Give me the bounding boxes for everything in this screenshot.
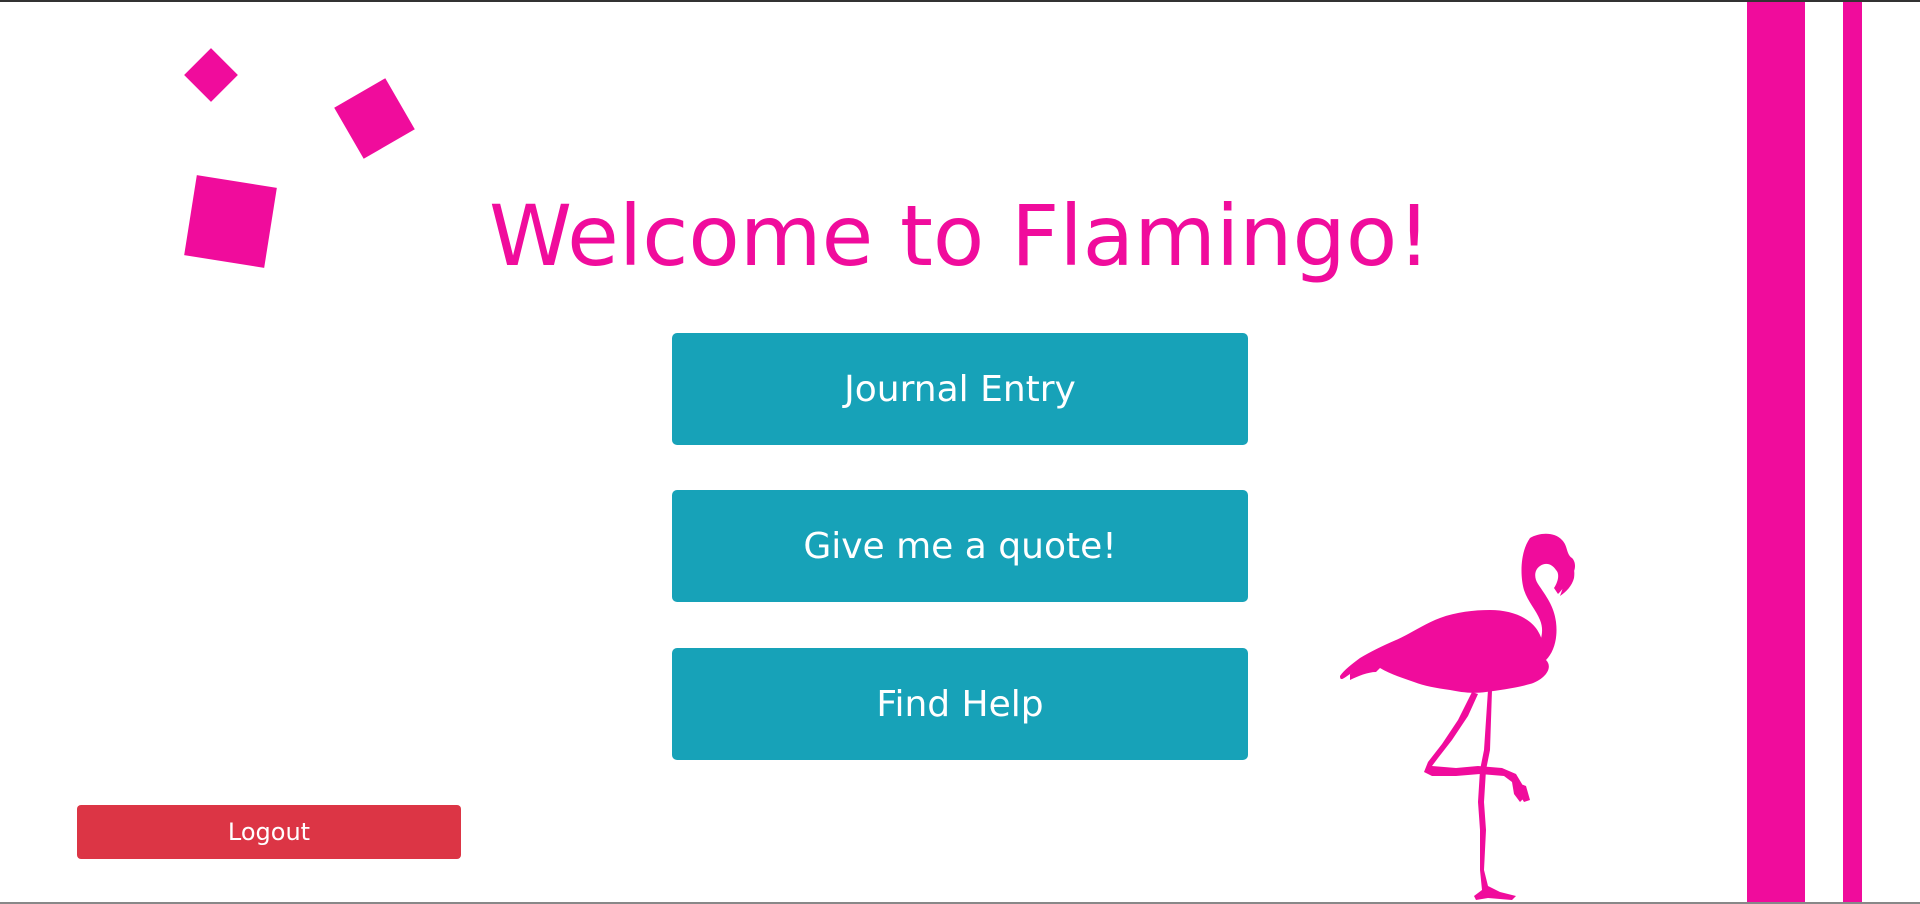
- give-quote-button[interactable]: Give me a quote!: [672, 490, 1248, 602]
- right-stripe-wide: [1747, 2, 1805, 904]
- decorative-square-large: [184, 175, 277, 268]
- page-title: Welcome to Flamingo!: [489, 187, 1431, 285]
- decorative-square-medium: [334, 78, 415, 159]
- home-page: Welcome to Flamingo! Journal Entry Give …: [0, 0, 1920, 904]
- journal-entry-button[interactable]: Journal Entry: [672, 333, 1248, 445]
- logout-button[interactable]: Logout: [77, 805, 461, 859]
- decorative-square-small: [184, 48, 238, 102]
- right-stripe-narrow: [1843, 2, 1862, 904]
- top-border: [0, 0, 1920, 2]
- find-help-button[interactable]: Find Help: [672, 648, 1248, 760]
- flamingo-icon: [1340, 533, 1575, 900]
